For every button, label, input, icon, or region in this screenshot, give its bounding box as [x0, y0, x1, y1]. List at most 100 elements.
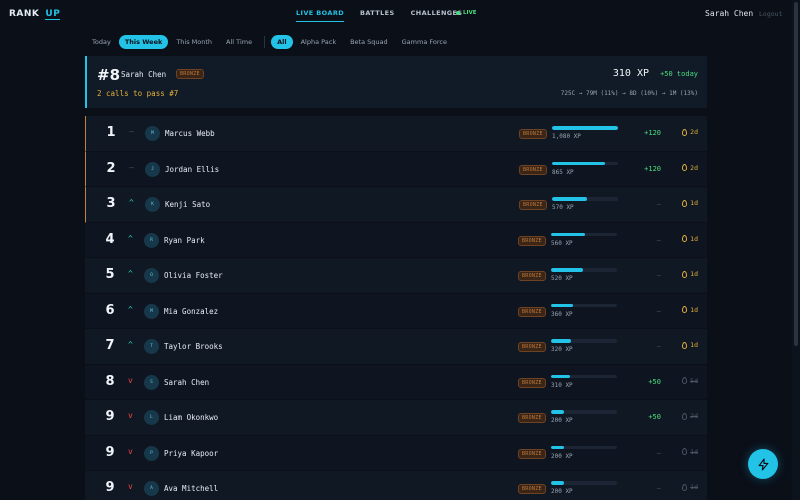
rank-movement-icon: ^ — [129, 198, 134, 207]
leaderboard-row[interactable]: 1 — M Marcus Webb BRONZE 1,080 XP +120 2d — [85, 116, 707, 152]
filter-team-beta-squad[interactable]: Beta Squad — [344, 35, 394, 49]
row-name[interactable]: Mia Gonzalez — [164, 307, 218, 316]
xp-progress-fill — [551, 232, 586, 236]
my-today-delta: +50 today — [660, 70, 698, 78]
leaderboard-row[interactable]: 9 v A Ava Mitchell BRONZE 200 XP — 1d — [85, 471, 707, 500]
row-name[interactable]: Taylor Brooks — [164, 342, 223, 351]
xp-progress-bar — [551, 410, 617, 414]
leaderboard-row[interactable]: 8 v S Sarah Chen BRONZE 310 XP +50 5d — [85, 364, 707, 400]
filter-this-week[interactable]: This Week — [118, 35, 169, 49]
streak-days: 2d — [690, 163, 698, 172]
my-tier-badge: BRONZE — [176, 69, 204, 79]
streak: 2d — [682, 412, 698, 420]
logout-link[interactable]: Logout — [759, 10, 782, 18]
my-progression: 725C → 79M (11%) → 8D (10%) → 1M (13%) — [560, 90, 698, 97]
xp-progress-bar — [552, 197, 618, 201]
xp-progress-bar — [551, 268, 617, 272]
row-xp: 570 XP — [552, 204, 574, 211]
row-rank: 3 — [106, 196, 116, 211]
rank-movement-icon: v — [128, 482, 133, 491]
row-name[interactable]: Liam Okonkwo — [164, 413, 218, 422]
streak-days: 1d — [690, 483, 698, 491]
row-name[interactable]: Marcus Webb — [165, 129, 215, 138]
scrollbar-thumb[interactable] — [794, 2, 798, 346]
avatar: S — [144, 374, 159, 390]
leaderboard-row[interactable]: 5 ^ O Olivia Foster BRONZE 520 XP — 1d — [85, 258, 707, 294]
filter-team-all[interactable]: All — [271, 35, 293, 49]
avatar: J — [145, 161, 160, 177]
flame-icon — [682, 235, 688, 242]
nav-challenges[interactable]: CHALLENGES — [411, 9, 463, 22]
streak: 1d — [682, 270, 698, 278]
avatar: L — [144, 410, 159, 425]
streak-days: 2d — [690, 128, 698, 136]
row-rank: 4 — [105, 231, 115, 247]
row-rank: 7 — [105, 338, 115, 353]
flame-icon — [682, 412, 688, 420]
rank-movement-icon: v — [128, 446, 133, 456]
tier-badge: BRONZE — [519, 129, 547, 139]
filter-team-gamma-force[interactable]: Gamma Force — [396, 35, 453, 49]
logo-accent: UP — [45, 9, 61, 20]
avatar: K — [145, 197, 160, 212]
row-name[interactable]: Olivia Foster — [164, 271, 223, 280]
my-name: Sarah Chen — [121, 70, 167, 79]
row-name[interactable]: Kenji Sato — [165, 200, 210, 209]
leaderboard-row[interactable]: 4 ^ R Ryan Park BRONZE 560 XP — 1d — [85, 222, 707, 258]
nav-battles[interactable]: BATTLES — [360, 9, 395, 22]
rank-movement-icon: v — [128, 375, 133, 385]
filter-team-alpha-pack[interactable]: Alpha Pack — [295, 35, 343, 49]
filter-today[interactable]: Today — [86, 35, 117, 49]
scrollbar[interactable] — [792, 0, 800, 500]
streak: 5d — [682, 377, 698, 385]
lightning-icon — [758, 457, 768, 471]
row-name[interactable]: Jordan Ellis — [165, 165, 219, 174]
row-xp-delta: — — [656, 448, 661, 457]
streak: 2d — [682, 128, 698, 136]
nav-live-board[interactable]: LIVE BOARD — [296, 9, 345, 22]
flame-icon — [682, 483, 688, 491]
leaderboard-row[interactable]: 3 ^ K Kenji Sato BRONZE 570 XP — 1d — [85, 187, 707, 223]
leaderboard-row[interactable]: 7 ^ T Taylor Brooks BRONZE 320 XP — 1d — [85, 329, 707, 365]
rank-movement-icon: ^ — [128, 233, 133, 243]
filter-this-month[interactable]: This Month — [170, 35, 218, 49]
logo[interactable]: RANK UP — [9, 9, 61, 20]
streak-days: 1d — [690, 447, 698, 456]
flame-icon — [682, 306, 688, 313]
xp-progress-bar — [551, 339, 617, 343]
row-xp: 200 XP — [551, 452, 573, 460]
xp-progress-fill — [551, 481, 564, 485]
avatar: M — [144, 303, 159, 319]
row-xp-delta: — — [656, 306, 661, 315]
leaderboard-row[interactable]: 2 — J Jordan Ellis BRONZE 865 XP +120 2d — [85, 151, 707, 187]
row-name[interactable]: Sarah Chen — [164, 378, 209, 387]
leaderboard-row[interactable]: 9 v P Priya Kapoor BRONZE 200 XP — 1d — [85, 435, 707, 471]
xp-progress-fill — [552, 161, 605, 165]
filter-all-time[interactable]: All Time — [220, 35, 258, 49]
leaderboard-row[interactable]: 9 v L Liam Okonkwo BRONZE 200 XP +50 2d — [85, 400, 707, 436]
row-xp-delta: — — [656, 484, 661, 492]
row-rank: 5 — [105, 267, 115, 282]
avatar: T — [144, 339, 159, 354]
row-name[interactable]: Priya Kapoor — [164, 449, 218, 458]
row-xp: 1,080 XP — [552, 133, 581, 140]
avatar: P — [144, 445, 159, 461]
row-xp-delta: +120 — [644, 164, 661, 173]
streak-days: 1d — [690, 234, 698, 243]
leaderboard-row[interactable]: 6 ^ M Mia Gonzalez BRONZE 360 XP — 1d — [85, 293, 707, 329]
leaderboard-list: 1 — M Marcus Webb BRONZE 1,080 XP +120 2d 2 — J Jor… — [85, 116, 707, 500]
streak-days: 5d — [690, 376, 698, 385]
row-name[interactable]: Ava Mitchell — [164, 484, 218, 493]
streak: 1d — [682, 235, 698, 243]
rank-movement-icon: — — [129, 162, 134, 172]
tier-badge: BRONZE — [518, 306, 546, 317]
rank-movement-icon: ^ — [128, 340, 133, 349]
xp-progress-fill — [551, 303, 573, 307]
row-xp: 310 XP — [551, 381, 573, 389]
row-name[interactable]: Ryan Park — [164, 236, 205, 245]
streak: 1d — [682, 341, 698, 349]
live-dot-icon — [456, 11, 460, 15]
quick-action-button[interactable] — [748, 449, 778, 479]
flame-icon — [682, 341, 688, 349]
xp-progress-fill — [551, 339, 571, 343]
